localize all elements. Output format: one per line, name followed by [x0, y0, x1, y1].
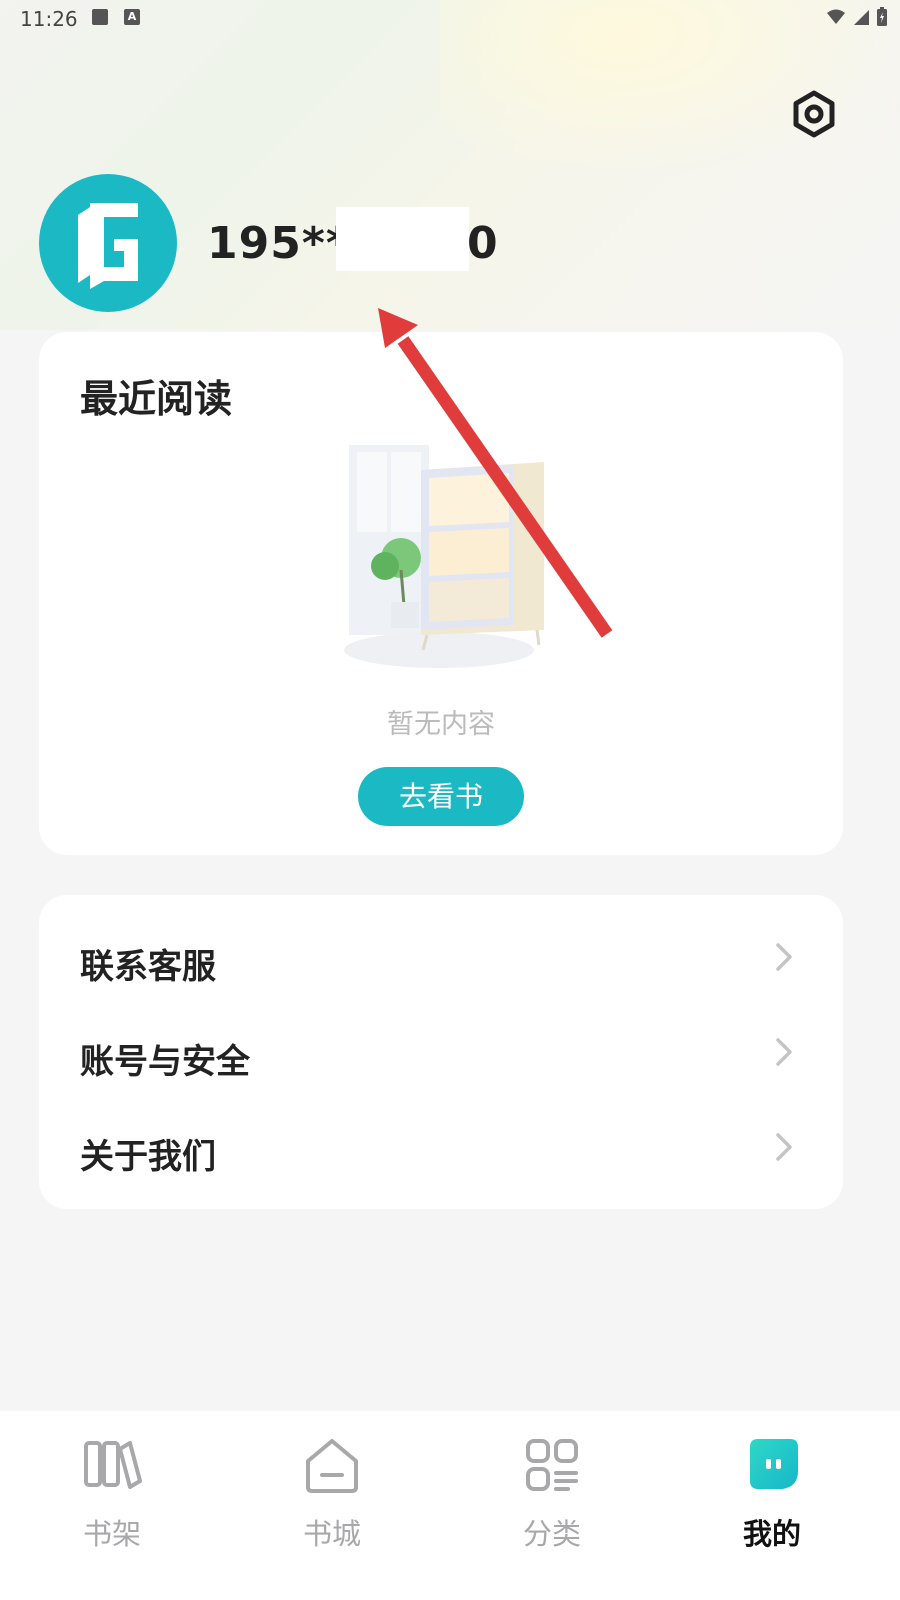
recent-reading-card: 最近阅读 暂无内容 去看书 [39, 332, 843, 855]
nav-item-bookshelf[interactable]: 书架 [52, 1411, 172, 1561]
bookshelf-icon [84, 1441, 142, 1489]
app-logo-icon [78, 203, 138, 289]
wifi-icon [827, 9, 845, 24]
username[interactable]: 195** [207, 218, 350, 269]
recent-reading-title: 最近阅读 [80, 377, 233, 421]
category-icon [526, 1439, 578, 1491]
nav-label: 书城 [302, 1517, 361, 1551]
settings-icon [793, 90, 835, 138]
chevron-right-icon [776, 943, 792, 971]
nav-item-bookstore[interactable]: 书城 [272, 1411, 392, 1561]
menu-item-contact-support[interactable]: 联系客服 [39, 909, 843, 1004]
image-notification-icon [92, 9, 108, 25]
avatar[interactable] [39, 174, 177, 312]
nav-item-profile[interactable]: 我的 [712, 1411, 832, 1561]
nav-label: 书架 [82, 1517, 141, 1551]
chevron-right-icon [776, 1038, 792, 1066]
username-tail[interactable]: 0 [467, 218, 498, 269]
menu-item-label: 账号与安全 [80, 1042, 250, 1082]
menu-item-about-us[interactable]: 关于我们 [39, 1099, 843, 1194]
bottom-nav: 书架 书城 分类 我的 [0, 1411, 900, 1600]
empty-state-text: 暂无内容 [387, 709, 495, 740]
status-time: 11:26 [20, 7, 78, 31]
nav-label: 我的 [742, 1517, 801, 1551]
chevron-right-icon [776, 1133, 792, 1161]
nav-item-category[interactable]: 分类 [492, 1411, 612, 1561]
redacted-area [336, 207, 469, 271]
menu-item-label: 联系客服 [80, 947, 216, 987]
menu-item-label: 关于我们 [80, 1137, 216, 1177]
empty-shelf-illustration [344, 445, 544, 668]
profile-icon [750, 1439, 798, 1489]
bookstore-icon [306, 1439, 358, 1493]
status-bar: 11:26 A [0, 0, 900, 36]
menu-card: 联系客服 账号与安全 关于我们 [39, 895, 843, 1209]
nav-label: 分类 [522, 1517, 581, 1551]
go-read-button[interactable]: 去看书 [358, 767, 524, 826]
a-notification-icon: A [124, 9, 140, 25]
battery-icon [877, 7, 887, 26]
status-indicators [826, 7, 888, 27]
settings-button[interactable] [790, 90, 838, 138]
signal-icon [854, 10, 869, 25]
menu-item-account-security[interactable]: 账号与安全 [39, 1004, 843, 1099]
